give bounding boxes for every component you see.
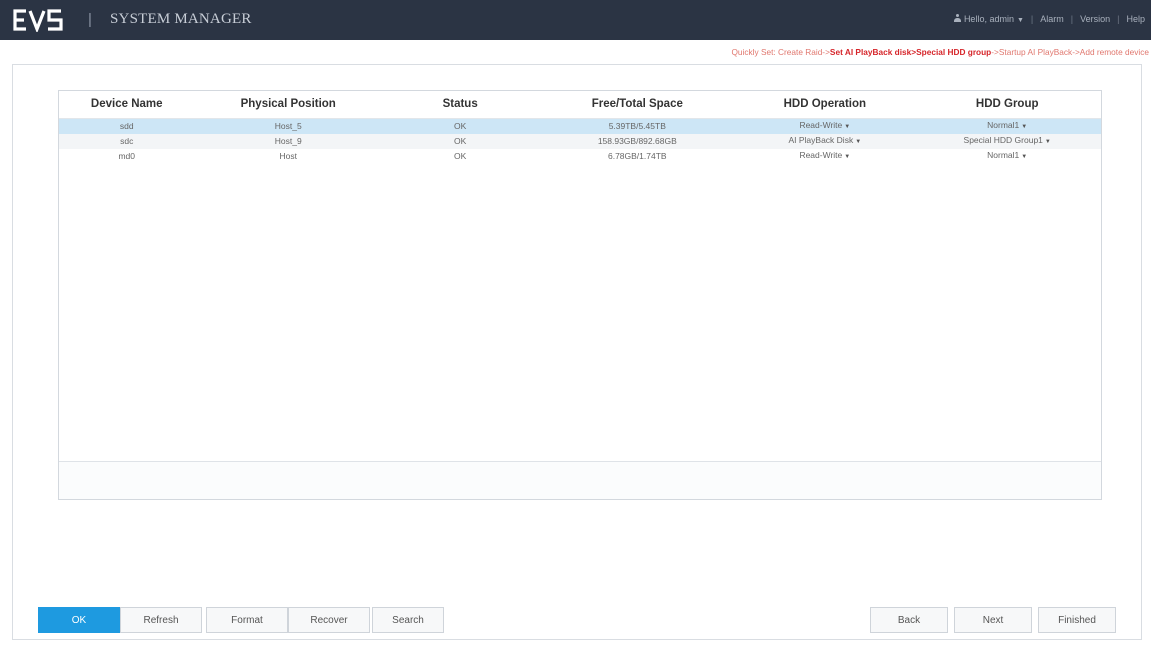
hdd-group-value: Special HDD Group1 <box>963 134 1043 145</box>
device-name-cell: md0 <box>118 150 135 161</box>
hdd-operation-value: Read-Write <box>799 149 843 160</box>
hdd-group-value: Normal1 <box>987 119 1020 130</box>
version-link[interactable]: Version <box>1080 14 1110 24</box>
help-link[interactable]: Help <box>1126 14 1145 24</box>
chevron-down-icon: ▼ <box>1016 17 1024 24</box>
top-nav: Hello, admin ▼ | Alarm | Version | Help <box>953 14 1145 24</box>
column-header-space[interactable]: Free/Total Space <box>538 91 736 118</box>
title-separator: | <box>88 11 92 28</box>
next-button[interactable]: Next <box>954 607 1032 633</box>
column-header-device-name[interactable]: Device Name <box>59 91 194 118</box>
nav-separator: | <box>1070 14 1074 24</box>
table-row[interactable]: sdd Host_5 OK 5.39TB/5.45TB Read-Write ▼ … <box>59 118 1101 134</box>
hdd-operation-dropdown[interactable]: AI PlayBack Disk ▼ <box>736 133 914 149</box>
chevron-down-icon: ▼ <box>1021 153 1028 160</box>
refresh-button[interactable]: Refresh <box>120 607 202 633</box>
status-cell: OK <box>454 150 467 161</box>
top-bar: | SYSTEM MANAGER Hello, admin ▼ | Alarm |… <box>0 0 1151 40</box>
column-header-status[interactable]: Status <box>382 91 538 118</box>
alarm-link[interactable]: Alarm <box>1040 14 1064 24</box>
chevron-down-icon: ▼ <box>844 123 851 130</box>
table-row[interactable]: sdc Host_9 OK 158.93GB/892.68GB AI PlayB… <box>59 133 1101 149</box>
hdd-table: Device Name Physical Position Status Fre… <box>59 91 1101 164</box>
space-cell: 5.39TB/5.45TB <box>538 118 737 134</box>
hdd-group-dropdown[interactable]: Normal1 ▼ <box>913 149 1101 164</box>
status-cell: OK <box>382 133 539 149</box>
hdd-operation-value: Read-Write <box>799 119 843 130</box>
finished-button[interactable]: Finished <box>1038 607 1116 633</box>
device-name-cell: sdd <box>59 118 195 134</box>
table-row[interactable]: md0 Host OK 6.78GB/1.74TB Read-Write ▼ No… <box>59 149 1101 164</box>
greeting-label: Hello, admin <box>963 14 1014 24</box>
action-button-bar: OK Refresh Format Recover Search Back Ne… <box>38 607 1118 633</box>
hdd-operation-dropdown[interactable]: Read-Write ▼ <box>736 118 914 134</box>
chevron-down-icon: ▼ <box>855 138 862 145</box>
nav-separator: | <box>1117 14 1120 24</box>
column-header-hdd-group[interactable]: HDD Group <box>913 91 1101 118</box>
hdd-group-dropdown[interactable]: Special HDD Group1 ▼ <box>913 133 1101 149</box>
hdd-group-value: Normal1 <box>987 149 1020 160</box>
quickset-prefix: Quickly Set: Create Raid-> <box>731 47 830 57</box>
quickset-breadcrumb: Quickly Set: Create Raid->Set AI PlayBac… <box>731 47 1149 57</box>
ok-button[interactable]: OK <box>38 607 120 633</box>
search-button[interactable]: Search <box>372 607 444 633</box>
user-icon <box>953 14 961 22</box>
hdd-operation-value: AI PlayBack Disk <box>788 134 854 145</box>
status-cell: OK <box>382 118 539 134</box>
hdd-operation-dropdown[interactable]: Read-Write ▼ <box>736 149 913 164</box>
format-button[interactable]: Format <box>206 607 288 633</box>
back-button[interactable]: Back <box>870 607 948 633</box>
table-header-row: Device Name Physical Position Status Fre… <box>59 91 1101 118</box>
chevron-down-icon: ▼ <box>1021 123 1028 130</box>
hdd-group-dropdown[interactable]: Normal1 ▼ <box>913 118 1101 134</box>
column-header-physical-position[interactable]: Physical Position <box>194 91 382 118</box>
recover-button[interactable]: Recover <box>288 607 370 633</box>
space-cell: 6.78GB/1.74TB <box>607 150 667 161</box>
hdd-table-panel: Device Name Physical Position Status Fre… <box>58 90 1102 500</box>
user-menu[interactable]: Hello, admin ▼ <box>953 14 1024 24</box>
physical-position-cell: Host_9 <box>194 133 382 149</box>
quickset-suffix: ->Startup AI PlayBack->Add remote device <box>991 47 1149 57</box>
quickset-step-ai-playback: Set AI PlayBack disk <box>829 47 912 57</box>
nav-separator: | <box>1030 14 1034 24</box>
quickset-step-special-group: Special HDD group <box>916 47 992 57</box>
column-header-hdd-operation[interactable]: HDD Operation <box>736 91 913 118</box>
device-name-cell: sdc <box>59 133 195 149</box>
evs-logo <box>13 9 63 32</box>
physical-position-cell: Host <box>279 150 297 161</box>
physical-position-cell: Host_5 <box>194 118 382 134</box>
table-footer <box>59 461 1101 499</box>
space-cell: 158.93GB/892.68GB <box>538 133 737 149</box>
chevron-down-icon: ▼ <box>1044 138 1051 145</box>
app-title: SYSTEM MANAGER <box>110 11 252 27</box>
chevron-down-icon: ▼ <box>844 153 851 160</box>
